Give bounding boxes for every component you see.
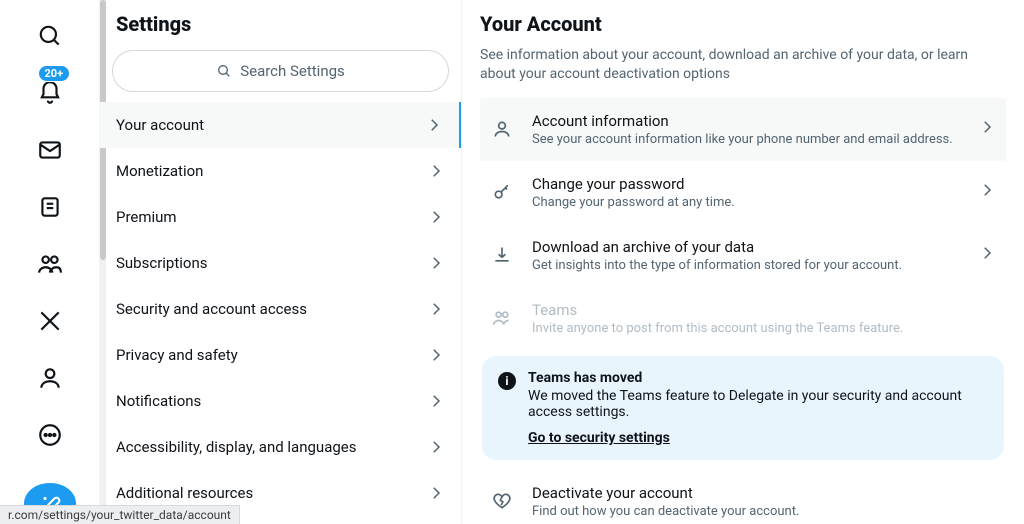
detail-item-teams: Teams Invite anyone to post from this ac… (480, 287, 1006, 350)
person-icon (490, 119, 514, 139)
nav-more[interactable] (28, 417, 72, 452)
settings-item-label: Monetization (116, 162, 203, 180)
settings-item-label: Additional resources (116, 484, 253, 502)
chevron-right-icon (978, 181, 996, 203)
nav-notifications[interactable]: 20+ (28, 75, 72, 110)
detail-subtitle: See information about your account, down… (480, 46, 1006, 98)
settings-item-security[interactable]: Security and account access (100, 286, 461, 332)
search-placeholder: Search Settings (240, 62, 345, 80)
settings-column: Settings Search Settings Your account Mo… (100, 0, 462, 524)
notifications-badge: 20+ (38, 65, 71, 82)
nav-rail: 20+ (0, 0, 100, 524)
settings-item-privacy[interactable]: Privacy and safety (100, 332, 461, 378)
detail-item-deactivate[interactable]: Deactivate your account Find out how you… (480, 470, 1006, 524)
notice-body: We moved the Teams feature to Delegate i… (528, 388, 988, 420)
detail-item-title: Change your password (532, 175, 960, 193)
detail-item-desc: Find out how you can deactivate your acc… (532, 504, 996, 519)
info-icon: i (498, 372, 516, 390)
detail-item-title: Account information (532, 112, 960, 130)
download-icon (490, 245, 514, 265)
detail-item-desc: Invite anyone to post from this account … (532, 321, 996, 336)
detail-item-desc: Change your password at any time. (532, 195, 960, 210)
detail-item-download-archive[interactable]: Download an archive of your data Get ins… (480, 224, 1006, 287)
settings-item-label: Accessibility, display, and languages (116, 438, 356, 456)
settings-item-subscriptions[interactable]: Subscriptions (100, 240, 461, 286)
chevron-right-icon (427, 484, 445, 502)
chevron-right-icon (427, 208, 445, 226)
settings-item-notifications[interactable]: Notifications (100, 378, 461, 424)
notice-title: Teams has moved (528, 370, 988, 386)
nav-lists[interactable] (28, 189, 72, 224)
chevron-right-icon (427, 392, 445, 410)
settings-item-label: Notifications (116, 392, 201, 410)
people-icon (490, 308, 514, 328)
chevron-right-icon (427, 438, 445, 456)
detail-item-title: Teams (532, 301, 996, 319)
detail-column: Your Account See information about your … (462, 0, 1024, 524)
detail-title: Your Account (480, 0, 1006, 46)
settings-item-premium[interactable]: Premium (100, 194, 461, 240)
status-bar-url: r.com/settings/your_twitter_data/account (0, 505, 240, 524)
nav-search[interactable] (28, 18, 72, 53)
notice-link[interactable]: Go to security settings (528, 430, 670, 446)
nav-messages[interactable] (28, 132, 72, 167)
settings-item-label: Security and account access (116, 300, 307, 318)
chevron-right-icon (978, 118, 996, 140)
detail-item-desc: See your account information like your p… (532, 132, 960, 147)
nav-x-logo[interactable] (28, 303, 72, 338)
detail-item-desc: Get insights into the type of informatio… (532, 258, 960, 273)
chevron-right-icon (427, 162, 445, 180)
chevron-right-icon (427, 254, 445, 272)
chevron-right-icon (425, 116, 443, 134)
teams-moved-notice: i Teams has moved We moved the Teams fea… (482, 356, 1004, 460)
settings-item-label: Privacy and safety (116, 346, 238, 364)
settings-title: Settings (100, 0, 461, 50)
settings-item-monetization[interactable]: Monetization (100, 148, 461, 194)
search-icon (216, 63, 232, 79)
chevron-right-icon (427, 300, 445, 318)
settings-item-accessibility[interactable]: Accessibility, display, and languages (100, 424, 461, 470)
detail-item-account-info[interactable]: Account information See your account inf… (480, 98, 1006, 161)
heartbreak-icon (490, 491, 514, 511)
settings-search-input[interactable]: Search Settings (112, 50, 449, 92)
settings-item-label: Your account (116, 116, 204, 134)
detail-item-title: Download an archive of your data (532, 238, 960, 256)
settings-item-label: Premium (116, 208, 177, 226)
chevron-right-icon (427, 346, 445, 364)
detail-item-title: Deactivate your account (532, 484, 996, 502)
chevron-right-icon (978, 244, 996, 266)
key-icon (490, 182, 514, 202)
settings-item-label: Subscriptions (116, 254, 207, 272)
nav-profile[interactable] (28, 360, 72, 395)
settings-item-your-account[interactable]: Your account (100, 102, 461, 148)
nav-communities[interactable] (28, 246, 72, 281)
detail-item-change-password[interactable]: Change your password Change your passwor… (480, 161, 1006, 224)
